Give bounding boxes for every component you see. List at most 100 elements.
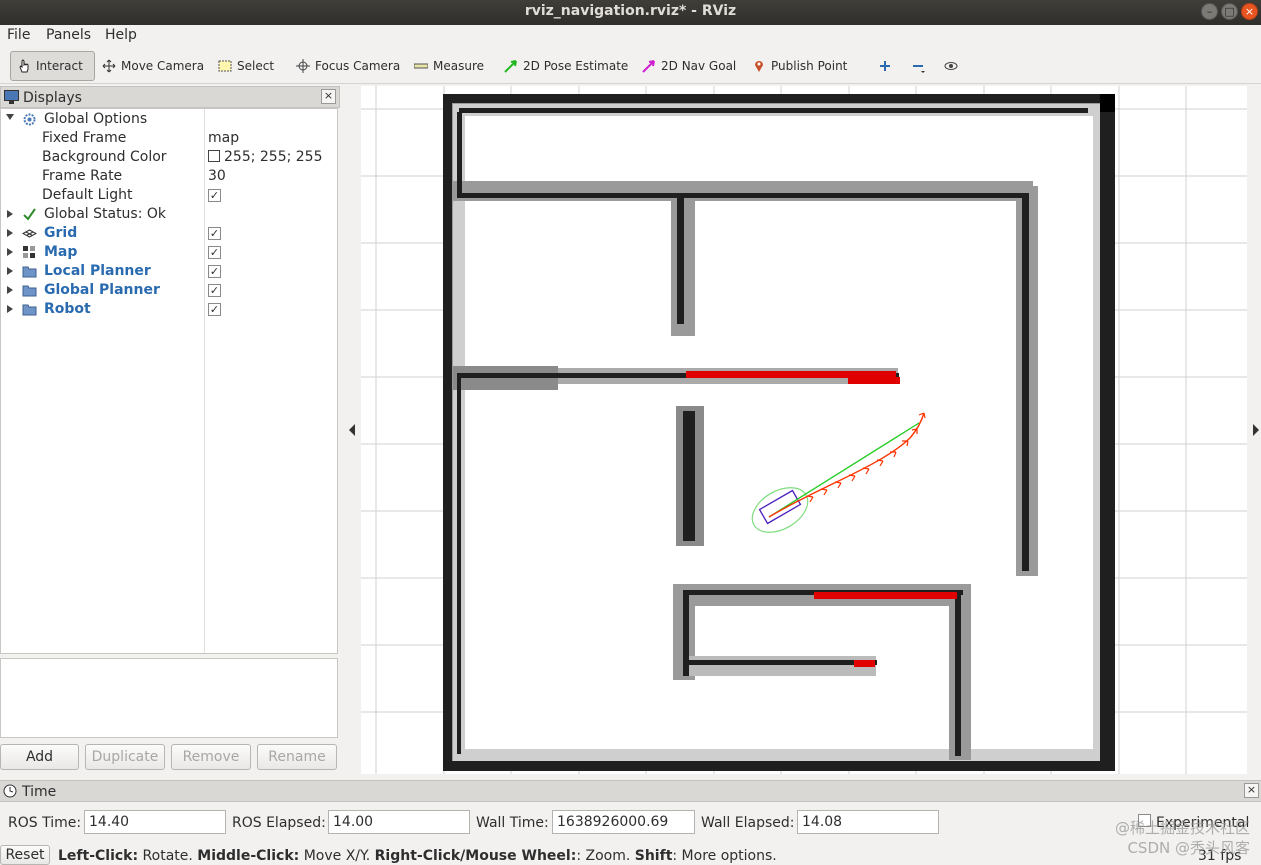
toolbar: Interact Move Camera Select Focus Camera… [0, 48, 1261, 84]
displays-close-button[interactable]: × [321, 89, 336, 104]
collapse-left-icon[interactable] [348, 424, 356, 436]
displays-title: Displays [23, 90, 82, 106]
expand-arrow-icon[interactable] [7, 229, 13, 237]
display-map-label: Map [44, 244, 78, 260]
tree-row-local-planner[interactable]: Local Planner ✓ [1, 262, 337, 281]
minus-icon [913, 65, 925, 73]
hint-shift: Shift [634, 848, 673, 864]
background-color-value[interactable]: 255; 255; 255 [208, 149, 323, 165]
publish-point-tool-button[interactable]: Publish Point [746, 51, 853, 81]
frame-rate-label: Frame Rate [42, 168, 123, 184]
grid-checkbox[interactable]: ✓ [208, 227, 221, 240]
close-window-button[interactable]: × [1241, 3, 1258, 20]
display-global-planner-label: Global Planner [44, 282, 160, 298]
menu-file[interactable]: File [7, 27, 30, 43]
default-light-label: Default Light [42, 187, 133, 203]
remove-tool-button[interactable] [905, 51, 931, 81]
watermark-line1: @稀土掘金技术社区 [1114, 819, 1250, 837]
monitor-icon [4, 90, 19, 104]
ros-elapsed-label: ROS Elapsed: [232, 815, 326, 831]
watermark-line2: CSDN @秃头风客 [1127, 839, 1250, 857]
map-checkbox[interactable]: ✓ [208, 246, 221, 259]
pose-estimate-tool-button[interactable]: 2D Pose Estimate [498, 51, 634, 81]
add-tool-button[interactable] [872, 51, 898, 81]
expand-arrow-icon[interactable] [7, 305, 13, 313]
menu-help[interactable]: Help [105, 27, 137, 43]
displays-tree: Global Options Fixed Frame map Backgroun… [0, 108, 338, 654]
expand-arrow-icon[interactable] [7, 286, 13, 294]
frame-rate-value[interactable]: 30 [208, 168, 226, 184]
expand-arrow-icon[interactable] [7, 210, 13, 218]
ruler-icon [414, 63, 428, 69]
expand-arrow-icon[interactable] [6, 114, 14, 120]
menubar: File Panels Help [0, 25, 1261, 47]
render-viewport[interactable] [361, 86, 1247, 774]
wall-time-field[interactable]: 1638926000.69 [552, 810, 695, 834]
move-arrows-icon [102, 59, 116, 73]
map-scene [361, 86, 1247, 774]
tree-row-global-status[interactable]: Global Status: Ok [1, 205, 337, 224]
hint-shift-text: : More options. [672, 848, 777, 864]
ros-time-field[interactable]: 14.40 [84, 810, 226, 834]
menu-panels[interactable]: Panels [46, 27, 91, 43]
crosshair-icon [296, 59, 310, 73]
robot-checkbox[interactable]: ✓ [208, 303, 221, 316]
global-planner-checkbox[interactable]: ✓ [208, 284, 221, 297]
grid-icon [22, 229, 37, 238]
hint-left-click: Left-Click: [58, 848, 139, 864]
focus-camera-tool-button[interactable]: Focus Camera [290, 51, 406, 81]
minimize-button[interactable]: – [1201, 3, 1218, 20]
expand-arrow-icon[interactable] [7, 267, 13, 275]
interact-label: Interact [36, 59, 83, 73]
time-close-button[interactable]: × [1244, 783, 1259, 798]
measure-tool-button[interactable]: Measure [408, 51, 490, 81]
remove-display-button[interactable]: Remove [171, 744, 251, 770]
default-light-checkbox[interactable]: ✓ [208, 189, 221, 202]
hint-middle-click: Middle-Click: [197, 848, 300, 864]
tree-row-map[interactable]: Map ✓ [1, 243, 337, 262]
tree-row-global-planner[interactable]: Global Planner ✓ [1, 281, 337, 300]
ros-time-label: ROS Time: [8, 815, 82, 831]
move-camera-tool-button[interactable]: Move Camera [96, 51, 210, 81]
select-tool-button[interactable]: Select [212, 51, 280, 81]
window-titlebar[interactable]: rviz_navigation.rviz* - RViz – □ × [0, 0, 1261, 25]
tree-row-robot[interactable]: Robot ✓ [1, 300, 337, 319]
color-swatch[interactable] [208, 150, 220, 162]
display-local-planner-label: Local Planner [44, 263, 151, 279]
checkmark-icon [23, 208, 36, 221]
collapse-right-icon[interactable] [1252, 424, 1260, 436]
nav-goal-tool-button[interactable]: 2D Nav Goal [636, 51, 742, 81]
gear-icon [23, 113, 36, 126]
fixed-frame-value[interactable]: map [208, 130, 239, 146]
add-display-button[interactable]: Add [0, 744, 79, 770]
displays-panel-header: Displays × [0, 86, 340, 108]
green-arrow-icon [504, 60, 517, 73]
map-icon [23, 246, 35, 258]
duplicate-display-button[interactable]: Duplicate [85, 744, 165, 770]
expand-arrow-icon[interactable] [7, 248, 13, 256]
status-hint: Left-Click: Rotate. Middle-Click: Move X… [58, 848, 777, 864]
hint-middle-click-text: Move X/Y. [299, 848, 375, 864]
tree-row-background-color[interactable]: Background Color 255; 255; 255 [1, 148, 337, 167]
folder-icon [22, 304, 37, 316]
tree-row-grid[interactable]: Grid ✓ [1, 224, 337, 243]
view-options-button[interactable] [938, 51, 964, 81]
maximize-button[interactable]: □ [1221, 3, 1238, 20]
hint-right-click: Right-Click/Mouse Wheel: [374, 848, 577, 864]
tree-row-default-light[interactable]: Default Light ✓ [1, 186, 337, 205]
hint-left-click-text: Rotate. [138, 848, 198, 864]
pose-estimate-label: 2D Pose Estimate [523, 59, 629, 73]
ros-elapsed-field[interactable]: 14.00 [328, 810, 470, 834]
wall-elapsed-field[interactable]: 14.08 [797, 810, 939, 834]
select-label: Select [237, 59, 275, 73]
local-planner-checkbox[interactable]: ✓ [208, 265, 221, 278]
displays-panel: Displays × Global Options Fixed Frame ma… [0, 86, 340, 776]
tree-row-frame-rate[interactable]: Frame Rate 30 [1, 167, 337, 186]
costmap [443, 94, 1115, 771]
rename-display-button[interactable]: Rename [257, 744, 337, 770]
map-pin-icon [755, 61, 763, 72]
tree-row-fixed-frame[interactable]: Fixed Frame map [1, 129, 337, 148]
tree-row-global-options[interactable]: Global Options [1, 110, 337, 129]
interact-tool-button[interactable]: Interact [10, 51, 95, 81]
reset-button[interactable]: Reset [0, 845, 50, 865]
